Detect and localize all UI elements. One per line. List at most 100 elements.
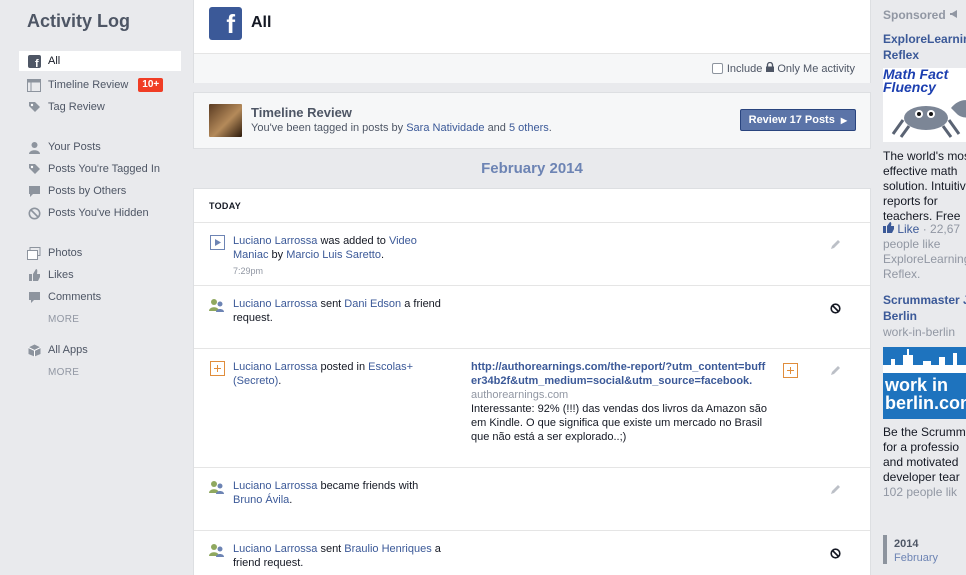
sidebar-item-label: Comments — [48, 291, 102, 303]
ad-title-link[interactable]: Scrummaster Job in Berlin — [883, 292, 966, 324]
ad-body-line: and motivated — [883, 455, 959, 469]
sidebar-item-label: Posts You've Hidden — [48, 207, 149, 219]
sidebar-more-apps-link[interactable]: MORE — [19, 362, 181, 382]
review-button-label: Review 17 Posts — [748, 114, 835, 126]
person-link[interactable]: Braulio Henriques — [344, 543, 431, 555]
crab-icon — [891, 100, 966, 138]
ad-image[interactable]: Math Fact Fluency — [883, 67, 966, 142]
day-label: TODAY — [209, 201, 242, 211]
ad-image-text: work in berlin.com — [885, 375, 966, 413]
svg-text:f: f — [35, 58, 39, 68]
notification-badge: 10+ — [138, 78, 164, 92]
sidebar-item-label: Your Posts — [48, 141, 101, 153]
link-attachment[interactable]: http://authorearnings.com/the-report/?ut… — [471, 360, 771, 444]
activity-punct: . — [289, 494, 293, 506]
person-link[interactable]: Dani Edson — [344, 298, 401, 310]
actor-link[interactable]: Luciano Larrossa — [233, 361, 317, 373]
sidebar-item-timeline-review[interactable]: Timeline Review 10+ — [19, 75, 181, 95]
sidebar-title: Activity Log — [27, 11, 131, 31]
attachment-description: Interessante: 92% (!!!) das vendas dos l… — [471, 403, 767, 443]
person-link[interactable]: Marcio Luis Saretto — [286, 249, 381, 261]
left-sidebar: Activity Log f All Timeline Review 10+ T… — [0, 0, 193, 575]
facebook-logo-icon: f — [209, 7, 242, 40]
actor-link[interactable]: Luciano Larrossa — [233, 480, 317, 492]
activity-verb: was added to — [317, 235, 389, 247]
include-label: Include — [726, 62, 763, 75]
edit-pencil-icon[interactable] — [828, 482, 842, 496]
facebook-icon: f — [27, 54, 41, 68]
sidebar-item-your-posts[interactable]: Your Posts — [19, 137, 181, 157]
tag-icon — [27, 162, 41, 176]
ad-social-line: people like — [883, 237, 941, 251]
year-link[interactable]: 2014 — [894, 538, 938, 550]
list-item: Luciano Larrossa sent Dani Edson a frien… — [194, 285, 870, 348]
hidden-icon — [27, 206, 41, 220]
friend-request-icon — [209, 542, 225, 558]
ad-social-context: 102 people lik — [883, 485, 958, 499]
ad-body: Be the Scrumm for a professio and motiva… — [883, 425, 966, 485]
edit-pencil-icon[interactable] — [828, 363, 842, 377]
ad-social-context: people like ExploreLearning Reflex. — [883, 237, 966, 282]
ad-body-line: developer tear — [883, 470, 960, 484]
friends-icon — [209, 479, 225, 495]
sidebar-item-all[interactable]: f All — [19, 51, 181, 71]
list-item: Luciano Larrossa was added to Video Mani… — [194, 222, 870, 285]
include-only-me-toggle[interactable]: Include Only Me activity — [711, 61, 855, 75]
activity-feed: TODAY Luciano Larrossa was added to Vide… — [193, 188, 871, 575]
ad-body: The world's most effective math solution… — [883, 149, 966, 224]
month-link[interactable]: February — [894, 552, 938, 564]
sidebar-item-posts-hidden[interactable]: Posts You've Hidden — [19, 203, 181, 223]
others-link[interactable]: 5 others — [509, 122, 549, 134]
review-posts-button[interactable]: Review 17 Posts ▶ — [739, 109, 856, 131]
sidebar-item-tag-review[interactable]: Tag Review — [19, 97, 181, 117]
ad-body-line: solution. Intuitive — [883, 179, 966, 193]
speech-bubble-icon — [27, 184, 41, 198]
skyline-icon — [883, 349, 966, 373]
sidebar-item-posts-by-others[interactable]: Posts by Others — [19, 181, 181, 201]
attachment-domain: authorearnings.com — [471, 389, 569, 401]
activity-punct: . — [278, 375, 282, 387]
attachment-url[interactable]: http://authorearnings.com/the-report/?ut… — [471, 361, 765, 387]
ad-title-link[interactable]: ExploreLearning Reflex — [883, 31, 966, 63]
activity-text: Luciano Larrossa sent Braulio Henriques … — [233, 542, 443, 570]
chevron-right-icon: ▶ — [840, 115, 847, 125]
activity-text: Luciano Larrossa posted in Escolas+ (Sec… — [233, 360, 443, 388]
person-link[interactable]: Bruno Ávila — [233, 494, 289, 506]
timestamp[interactable]: 7:29pm — [233, 264, 443, 278]
sidebar-item-label: Photos — [48, 247, 83, 259]
sidebar-item-label: Likes — [48, 269, 74, 281]
actor-link[interactable]: Luciano Larrossa — [233, 543, 317, 555]
ad-image[interactable]: work in berlin.com — [883, 347, 966, 419]
sidebar-item-label: Posts by Others — [48, 185, 127, 197]
sidebar-item-photos[interactable]: Photos — [19, 243, 181, 263]
include-checkbox[interactable] — [711, 63, 723, 74]
ad-like-button[interactable]: Like — [897, 222, 919, 236]
hidden-icon[interactable] — [828, 546, 842, 560]
sidebar-item-all-apps[interactable]: All Apps — [19, 340, 181, 360]
hidden-icon[interactable] — [828, 301, 842, 315]
tagger-link[interactable]: Sara Natividade — [406, 122, 484, 134]
friend-request-icon — [209, 297, 225, 313]
sidebar-item-comments[interactable]: Comments — [19, 287, 181, 307]
ad-body-line: effective math — [883, 164, 958, 178]
ad-body-line: Be the Scrumm — [883, 425, 966, 439]
header-card: f All Include Only Me activity — [193, 0, 871, 83]
activity-verb: by — [268, 249, 287, 261]
actor-link[interactable]: Luciano Larrossa — [233, 235, 317, 247]
timeline-review-card: Timeline Review You've been tagged in po… — [193, 92, 871, 149]
photos-icon — [27, 246, 41, 260]
sidebar-more-link[interactable]: MORE — [19, 309, 181, 329]
avatar[interactable] — [209, 104, 242, 137]
sidebar-item-label: All Apps — [48, 344, 88, 356]
apps-icon — [27, 343, 41, 357]
actor-link[interactable]: Luciano Larrossa — [233, 298, 317, 310]
list-item: Luciano Larrossa became friends with Bru… — [194, 467, 870, 530]
page-title: All — [251, 14, 272, 31]
ad-domain: work-in-berlin — [883, 325, 956, 339]
thumbs-up-icon — [883, 222, 894, 236]
edit-pencil-icon[interactable] — [828, 237, 842, 251]
sidebar-item-posts-tagged-in[interactable]: Posts You're Tagged In — [19, 159, 181, 179]
sidebar-item-likes[interactable]: Likes — [19, 265, 181, 285]
post-icon — [209, 360, 225, 376]
activity-verb: became friends with — [317, 480, 419, 492]
